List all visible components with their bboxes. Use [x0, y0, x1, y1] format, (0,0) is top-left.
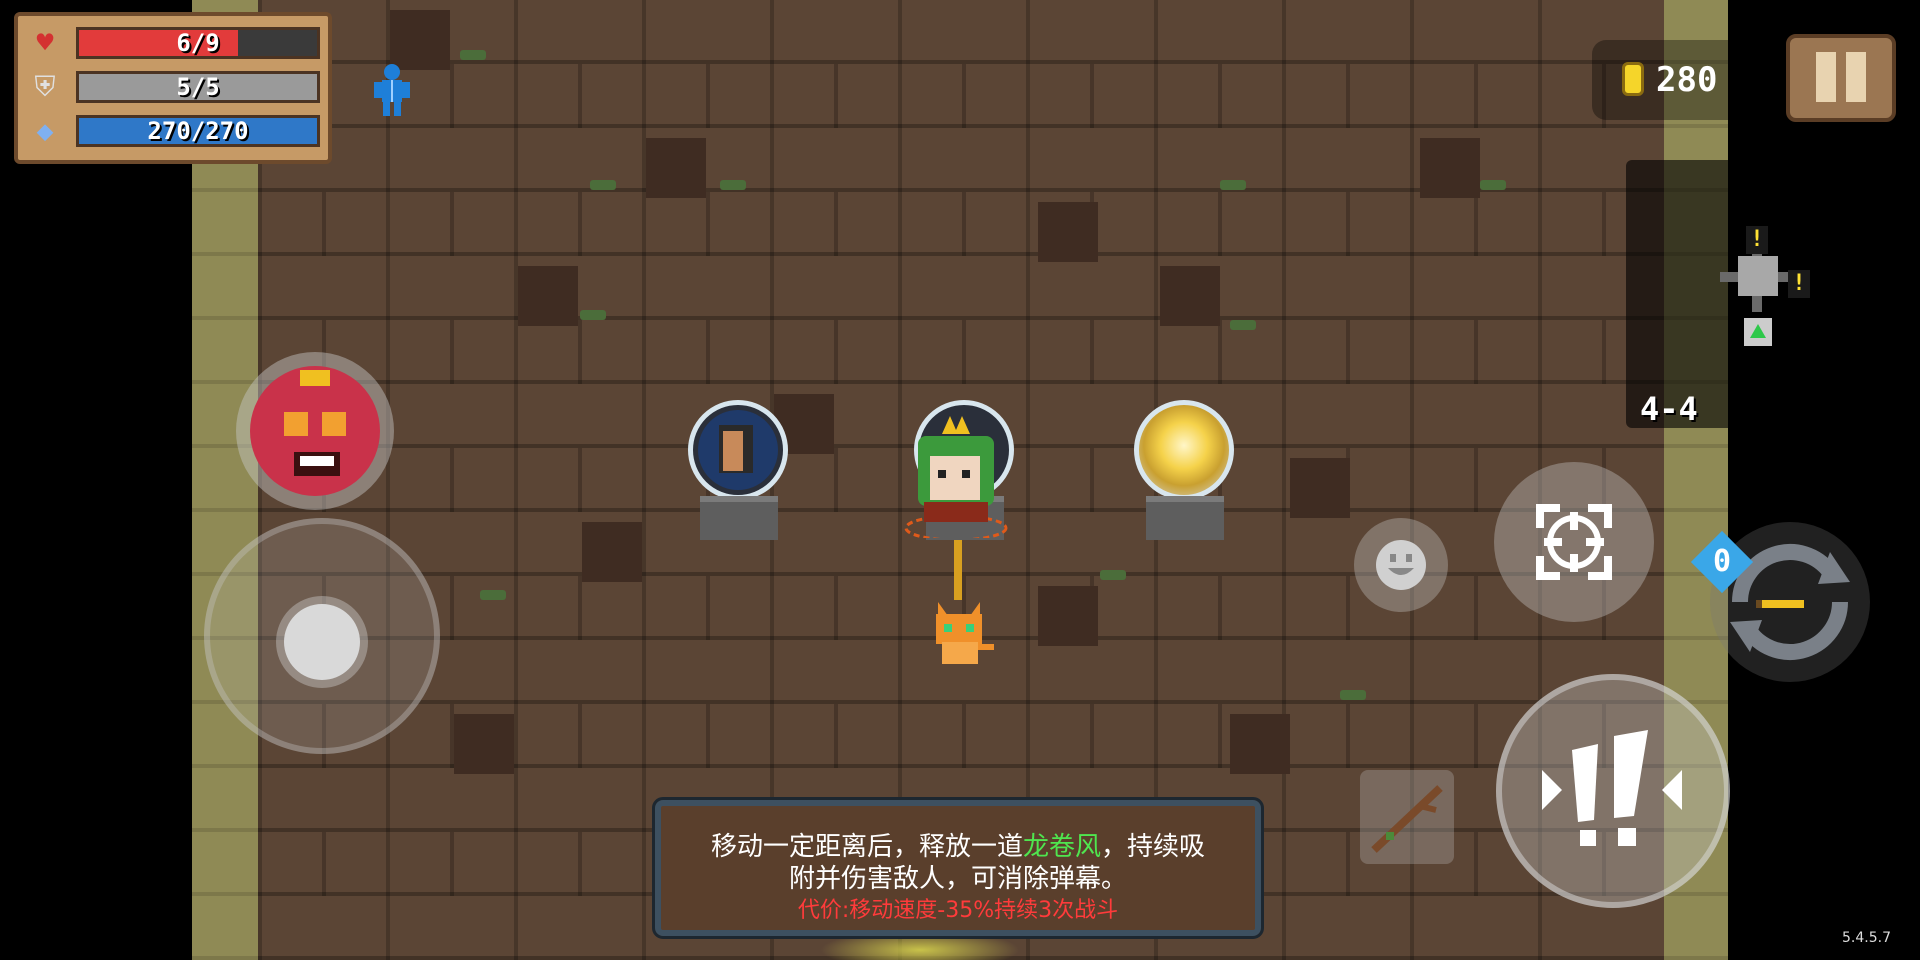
- pedestal-stand: [700, 496, 778, 540]
- pet-cat: [936, 602, 994, 664]
- warrior-portrait-icon: [698, 410, 778, 490]
- heart-icon: ♥: [36, 26, 54, 59]
- tooltip-cost: 代价:移动速度-35%持续3次战斗: [797, 898, 1119, 923]
- boss-avatar: [236, 352, 394, 510]
- skill-orb: [688, 400, 788, 500]
- attack-burst-icon: [1542, 730, 1682, 846]
- armor-text: 5/5: [176, 73, 220, 101]
- skill-orb: [1134, 400, 1234, 500]
- home-icon: [1750, 324, 1766, 338]
- pause-icon: [1816, 52, 1836, 102]
- smiley-icon: [1376, 540, 1426, 590]
- floor-brick: [1290, 458, 1350, 518]
- pet-leash: [954, 540, 962, 600]
- minimap[interactable]: ! !: [1626, 160, 1894, 428]
- coin-count: 280: [1656, 60, 1718, 100]
- armor-row: ⛨ 5/5: [18, 68, 328, 104]
- floor-brick: [454, 714, 514, 774]
- floor-brick: [1420, 138, 1480, 198]
- pause-button[interactable]: [1786, 34, 1896, 122]
- floor-brick: [518, 266, 578, 326]
- moss: [1340, 690, 1366, 700]
- floor-brick: [646, 138, 706, 198]
- pedestal-stand: [1146, 496, 1224, 540]
- level-indicator: 4-4: [1640, 390, 1698, 428]
- coin-counter: 280: [1592, 40, 1758, 120]
- skill-pedestal-1[interactable]: [684, 400, 794, 550]
- tooltip-line-2: 附并伤害敌人，可消除弹幕。: [788, 864, 1127, 894]
- moss: [580, 310, 606, 320]
- game-screen: ♥ 6/9 ⛨ 5/5 ◆ 270/270 280 ! ! 4-4 0 移动一定…: [0, 0, 1920, 960]
- target-lock-button[interactable]: [1494, 462, 1654, 622]
- skill-charge-count: 0: [1712, 544, 1732, 579]
- energy-bar: 270/270: [76, 115, 320, 147]
- hp-text: 6/9: [176, 29, 220, 57]
- shield-icon: ⛨: [34, 70, 56, 103]
- floor-brick: [1038, 586, 1098, 646]
- crosshair-icon: [1536, 504, 1612, 580]
- moss: [1480, 180, 1506, 190]
- boss-face-icon: [250, 366, 380, 496]
- attack-button[interactable]: [1496, 674, 1730, 908]
- hp-bar: 6/9: [76, 27, 320, 59]
- floor-brick: [390, 10, 450, 70]
- minimap-warning-icon: !: [1746, 226, 1768, 254]
- energy-row: ◆ 270/270: [18, 112, 328, 148]
- player-character: [904, 416, 1008, 538]
- moss: [1220, 180, 1246, 190]
- moss: [480, 590, 506, 600]
- skill-tooltip: 移动一定距离后，释放一道龙卷风，持续吸 附并伤害敌人，可消除弹幕。 代价:移动速…: [652, 797, 1264, 939]
- weapon-slot[interactable]: [1360, 770, 1454, 864]
- emote-button[interactable]: [1354, 518, 1448, 612]
- hp-row: ♥ 6/9: [18, 24, 328, 60]
- minimap-warning-icon: !: [1788, 270, 1810, 298]
- coin-icon: [1622, 62, 1644, 96]
- floor-brick: [1160, 266, 1220, 326]
- moss: [720, 180, 746, 190]
- joystick-knob[interactable]: [284, 604, 360, 680]
- version-label: 5.4.5.7: [1842, 930, 1891, 946]
- staff-icon: [1371, 785, 1443, 853]
- moss: [1100, 570, 1126, 580]
- moss: [1230, 320, 1256, 330]
- floor-brick: [582, 522, 642, 582]
- player-stats-panel: ♥ 6/9 ⛨ 5/5 ◆ 270/270: [14, 12, 332, 164]
- floor-brick: [1038, 202, 1098, 262]
- armor-bar: 5/5: [76, 71, 320, 103]
- minimap-current-room: [1738, 256, 1778, 296]
- pause-icon: [1846, 52, 1866, 102]
- skill-pedestal-3[interactable]: [1130, 400, 1240, 550]
- moss: [590, 180, 616, 190]
- energy-diamond-icon: ◆: [36, 114, 54, 147]
- floor-brick: [1230, 714, 1290, 774]
- ghost-buff-icon: [374, 64, 410, 116]
- energy-text: 270/270: [147, 117, 249, 145]
- moss: [460, 50, 486, 60]
